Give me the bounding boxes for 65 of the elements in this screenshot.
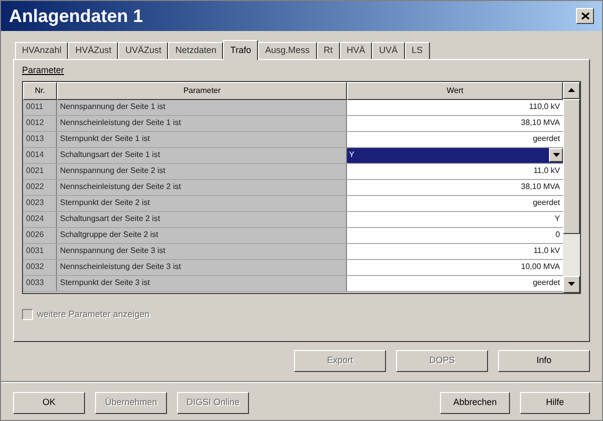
table-cell: Nennspannung der Seite 1 ist bbox=[57, 100, 347, 114]
close-icon bbox=[580, 12, 590, 20]
table-cell: 0014 bbox=[23, 148, 57, 162]
button[interactable]: Hilfe bbox=[520, 392, 590, 414]
table-cell: Sternpunkt der Seite 3 ist bbox=[57, 276, 347, 290]
table-cell[interactable]: 10,00 MVA bbox=[347, 260, 563, 274]
tab[interactable]: Trafo bbox=[223, 40, 258, 60]
table-cell: Nennscheinleistung der Seite 2 ist bbox=[57, 180, 347, 194]
table-cell[interactable]: Y bbox=[347, 212, 563, 226]
tab[interactable]: LS bbox=[404, 42, 430, 59]
table-cell: 0011 bbox=[23, 100, 57, 114]
down-arrow-icon bbox=[568, 282, 575, 286]
button[interactable]: OK bbox=[13, 392, 85, 414]
caret-icon bbox=[552, 153, 560, 157]
table-cell[interactable]: 11,0 kV bbox=[347, 244, 563, 258]
table-cell: Sternpunkt der Seite 1 ist bbox=[57, 132, 347, 146]
scroll-down-button[interactable] bbox=[563, 276, 580, 292]
table-cell: 0026 bbox=[23, 228, 57, 242]
column-header[interactable]: Parameter bbox=[57, 82, 347, 100]
table-cell[interactable]: geerdet bbox=[347, 132, 563, 146]
window-title: Anlagendaten 1 bbox=[9, 4, 144, 28]
table-cell: 0013 bbox=[23, 132, 57, 146]
scrollbar[interactable] bbox=[563, 82, 580, 292]
checkbox-label: weitere Parameter anzeigen bbox=[37, 308, 150, 321]
scroll-thumb[interactable] bbox=[563, 98, 580, 234]
table-cell: Nennscheinleistung der Seite 3 ist bbox=[57, 260, 347, 274]
table-cell: 0032 bbox=[23, 260, 57, 274]
table-cell: Schaltungsart der Seite 1 ist bbox=[57, 148, 347, 162]
table-cell[interactable]: geerdet bbox=[347, 276, 563, 290]
table-cell: 0022 bbox=[23, 180, 57, 194]
table-cell: Nennspannung der Seite 2 ist bbox=[57, 164, 347, 178]
table-cell: 0012 bbox=[23, 116, 57, 130]
table-cell[interactable]: 110,0 kV bbox=[347, 100, 563, 114]
close-button[interactable] bbox=[576, 8, 594, 24]
button[interactable]: Info bbox=[498, 350, 590, 372]
table-cell[interactable]: 38,10 MVA bbox=[347, 180, 563, 194]
tab[interactable]: Rt bbox=[316, 42, 340, 59]
table-cell: Sternpunkt der Seite 2 ist bbox=[57, 196, 347, 210]
tab[interactable]: Netzdaten bbox=[168, 42, 224, 59]
button[interactable]: Abbrechen bbox=[440, 392, 510, 414]
table-cell[interactable]: 11,0 kV bbox=[347, 164, 563, 178]
table-cell: Nennscheinleistung der Seite 1 ist bbox=[57, 116, 347, 130]
tab[interactable]: Ausg.Mess bbox=[258, 42, 317, 59]
group-title: Parameter bbox=[22, 64, 66, 77]
up-arrow-icon bbox=[568, 88, 575, 92]
tab[interactable]: HVAnzahl bbox=[15, 42, 68, 59]
table-cell: 0033 bbox=[23, 276, 57, 290]
column-header[interactable]: Wert bbox=[347, 82, 563, 100]
table-cell: Nennspannung der Seite 3 ist bbox=[57, 244, 347, 258]
table-cell: 0021 bbox=[23, 164, 57, 178]
tab[interactable]: HVÄ bbox=[340, 42, 372, 59]
table-cell: 0031 bbox=[23, 244, 57, 258]
table-cell[interactable]: geerdet bbox=[347, 196, 563, 210]
table-cell[interactable]: 0 bbox=[347, 228, 563, 242]
dropdown-field[interactable]: Y bbox=[347, 148, 563, 162]
table-cell[interactable]: 38,10 MVA bbox=[347, 116, 563, 130]
tab[interactable]: UVÄ bbox=[372, 42, 405, 59]
column-header[interactable]: Nr. bbox=[23, 82, 57, 100]
table-cell: 0024 bbox=[23, 212, 57, 226]
tab[interactable]: HVÄZust bbox=[68, 42, 118, 59]
scroll-up-button[interactable] bbox=[563, 82, 580, 98]
table-cell: 0023 bbox=[23, 196, 57, 210]
table-cell: Schaltgruppe der Seite 2 ist bbox=[57, 228, 347, 242]
tab[interactable]: UVÄZust bbox=[118, 42, 168, 59]
table-cell: Schaltungsart der Seite 2 ist bbox=[57, 212, 347, 226]
